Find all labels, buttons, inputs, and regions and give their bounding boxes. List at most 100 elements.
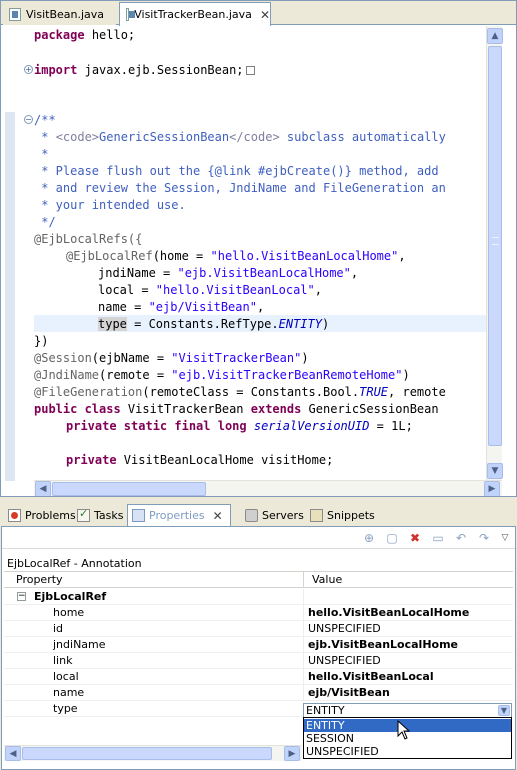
close-tab-icon[interactable]: ✕ — [260, 8, 270, 22]
option-unspecified[interactable]: UNSPECIFIED — [304, 745, 511, 758]
property-row[interactable]: jndiName ejb.VisitBeanLocalHome — [4, 637, 513, 653]
code-line-current: type = Constants.RefType.ENTITY) — [98, 317, 330, 331]
column-header-value[interactable]: Value — [312, 573, 342, 586]
property-value: UNSPECIFIED — [308, 654, 381, 667]
servers-icon — [245, 508, 258, 522]
scroll-up-button[interactable]: ▲ — [487, 28, 503, 44]
selected-type-token: type — [98, 317, 127, 331]
property-value: hello.VisitBeanLocalHome — [308, 606, 470, 619]
tab-tasks[interactable]: Tasks — [73, 504, 123, 526]
code-line: * and review the Session, JndiName and F… — [34, 181, 446, 195]
scroll-right-button[interactable]: ▶ — [284, 746, 300, 761]
undo-icon[interactable]: ↶ — [453, 530, 469, 546]
combo-value: ENTITY — [306, 704, 345, 717]
code-line: */ — [34, 215, 56, 229]
type-combo-box[interactable]: ENTITY ▼ — [303, 703, 512, 718]
property-value: UNSPECIFIED — [308, 622, 381, 635]
code-line: * — [34, 147, 49, 161]
collapse-fold-icon[interactable]: − — [24, 115, 33, 124]
code-line: * <code>GenericSessionBean</code> subcla… — [34, 130, 446, 144]
property-value: ejb/VisitBean — [308, 686, 390, 699]
code-line: import javax.ejb.SessionBean; — [34, 62, 255, 79]
java-file-icon — [126, 8, 136, 21]
property-value: hello.VisitBeanLocal — [308, 670, 434, 683]
code-line: * Please flush out the {@link #ejbCreate… — [34, 164, 439, 178]
code-line: name = "ejb/VisitBean", — [98, 300, 265, 314]
horizontal-scrollbar[interactable]: ◀ ▶ — [34, 480, 502, 496]
mouse-pointer-icon — [397, 720, 411, 740]
property-name: id — [53, 622, 64, 635]
property-row[interactable]: link UNSPECIFIED — [4, 653, 513, 669]
property-value: ejb.VisitBeanLocalHome — [308, 638, 459, 651]
problems-icon — [8, 508, 21, 522]
property-table-header: Property Value — [4, 571, 513, 588]
folded-code-icon[interactable] — [245, 66, 255, 75]
tab-servers[interactable]: Servers — [241, 504, 304, 526]
code-line: }) — [34, 334, 49, 348]
property-row[interactable]: id UNSPECIFIED — [4, 621, 513, 637]
tab-label: VisitBean.java — [26, 7, 105, 21]
horizontal-scroll-thumb[interactable] — [52, 482, 206, 496]
tab-properties[interactable]: Properties ✕ — [127, 504, 231, 526]
section-title: EjbLocalRef - Annotation — [7, 557, 142, 570]
property-row[interactable]: home hello.VisitBeanLocalHome — [4, 605, 513, 621]
code-line: package hello; — [34, 28, 136, 42]
code-line: private VisitBeanLocalHome visitHome; — [66, 453, 334, 467]
tab-visitbean-java[interactable]: VisitBean.java — [3, 3, 116, 25]
add-annotation-icon[interactable]: ⊕ — [361, 530, 377, 546]
code-line: * your intended use. — [34, 198, 186, 212]
vertical-scrollbar[interactable]: ▲ ▼ — [486, 26, 503, 481]
scroll-left-button[interactable]: ◀ — [35, 481, 51, 496]
editor-tab-bar: VisitBean.java VisitTrackerBean.java ✕ — [1, 1, 516, 26]
tab-label: Problems — [25, 508, 76, 522]
scroll-down-button[interactable]: ▼ — [487, 463, 503, 479]
vertical-scroll-thumb[interactable] — [488, 46, 502, 446]
property-name: type — [53, 702, 78, 715]
code-line: /** — [34, 113, 56, 127]
code-area[interactable]: package hello; + import javax.ejb.Sessio… — [1, 26, 516, 481]
delete-icon[interactable]: ✖ — [407, 530, 423, 546]
view-toolbar: ⊕ ▢ ✖ ▭ ↶ ↷ ▽ — [2, 527, 515, 549]
tasks-icon — [77, 507, 90, 522]
property-name: home — [53, 606, 85, 619]
group-name: EjbLocalRef — [34, 590, 107, 603]
collapse-toggle-icon[interactable]: − — [17, 592, 26, 601]
property-name: jndiName — [53, 638, 106, 651]
close-tab-icon[interactable]: ✕ — [213, 509, 223, 523]
java-editor: VisitBean.java VisitTrackerBean.java ✕ p… — [0, 0, 517, 497]
java-file-icon — [9, 7, 21, 21]
property-group-row[interactable]: − EjbLocalRef — [4, 589, 513, 605]
tab-label: Tasks — [94, 508, 124, 522]
tab-snippets[interactable]: Snippets — [306, 504, 375, 526]
code-line: @EjbLocalRefs({ — [34, 232, 143, 246]
properties-scroll-thumb[interactable] — [22, 747, 272, 760]
tab-visittrackerbean-java[interactable]: VisitTrackerBean.java ✕ — [119, 2, 271, 26]
expand-fold-icon[interactable]: + — [24, 65, 33, 74]
code-line: local = "hello.VisitBeanLocal", — [98, 283, 322, 297]
view-tab-bar: Problems Tasks Properties ✕ Servers Snip… — [0, 501, 517, 526]
properties-horizontal-scrollbar[interactable]: ◀ ▶ — [4, 745, 302, 761]
code-line: @FileGeneration(remoteClass = Constants.… — [34, 385, 446, 399]
editor-gutter — [1, 26, 18, 481]
column-header-property[interactable]: Property — [16, 573, 63, 586]
change-range-bar — [5, 112, 15, 481]
property-row[interactable]: name ejb/VisitBean — [4, 685, 513, 701]
properties-view: ⊕ ▢ ✖ ▭ ↶ ↷ ▽ EjbLocalRef - Annotation P… — [1, 526, 516, 770]
property-name: link — [53, 654, 73, 667]
overview-ruler[interactable] — [503, 26, 516, 481]
code-line: public class VisitTrackerBean extends Ge… — [34, 402, 439, 416]
redo-icon[interactable]: ↷ — [476, 530, 492, 546]
code-line: @Session(ejbName = "VisitTrackerBean") — [34, 351, 309, 365]
new-attribute-icon[interactable]: ▢ — [384, 530, 400, 546]
property-row[interactable]: local hello.VisitBeanLocal — [4, 669, 513, 685]
scroll-right-button[interactable]: ▶ — [484, 481, 500, 496]
restore-default-icon[interactable]: ▭ — [430, 530, 446, 546]
dropdown-arrow-icon[interactable]: ▼ — [498, 705, 510, 716]
scroll-left-button[interactable]: ◀ — [5, 746, 21, 761]
tab-label: VisitTrackerBean.java — [134, 8, 252, 21]
property-name: name — [53, 686, 85, 699]
view-menu-icon[interactable]: ▽ — [497, 530, 513, 546]
tab-problems[interactable]: Problems — [4, 504, 76, 526]
code-line: @EjbLocalRef(home = "hello.VisitBeanLoca… — [66, 249, 406, 263]
tab-label: Servers — [262, 508, 304, 522]
